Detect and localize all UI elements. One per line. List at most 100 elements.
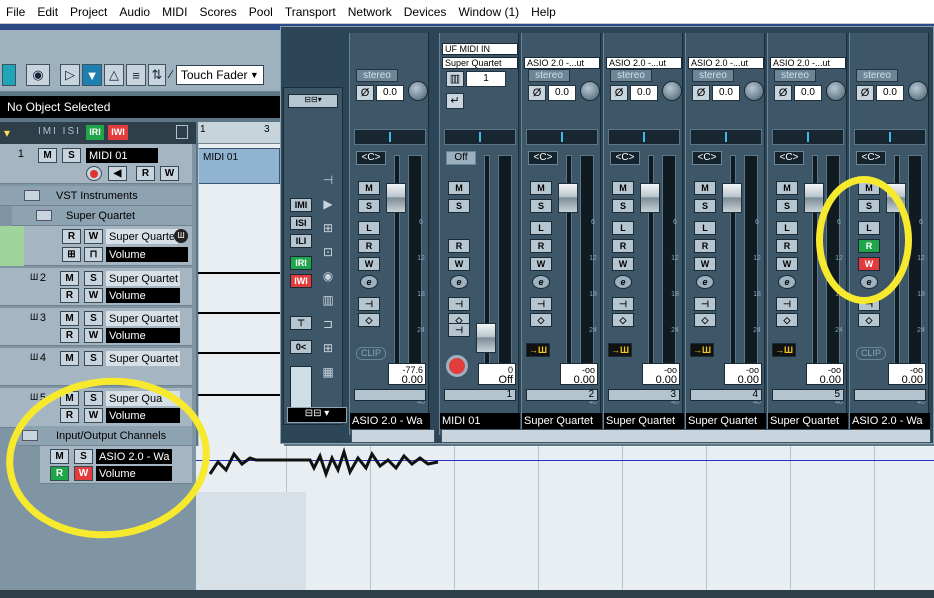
track-name[interactable]: MIDI 01 xyxy=(86,148,158,163)
global-mute-icon[interactable]: IMI xyxy=(290,198,312,212)
read-button[interactable]: R xyxy=(530,239,552,253)
stereo-mode[interactable]: stereo xyxy=(356,69,398,82)
listen-button[interactable]: L xyxy=(776,221,798,235)
solo-button[interactable]: S xyxy=(62,148,81,163)
track-midi-01[interactable]: 1 M S MIDI 01 ◀ R W xyxy=(0,144,192,184)
menu-item-help[interactable]: Help xyxy=(525,5,562,19)
channel-name[interactable]: Super Quartet xyxy=(686,413,766,429)
menu-item-window-1[interactable]: Window (1) xyxy=(452,5,525,19)
pan-center-button[interactable]: <C> xyxy=(856,151,886,165)
volume-value[interactable]: -oo 0.00 xyxy=(560,363,598,386)
midi-input[interactable]: UF MIDI IN xyxy=(442,43,518,55)
automation-mode-select[interactable]: Touch Fader ▼ xyxy=(175,65,264,85)
menu-item-project[interactable]: Project xyxy=(64,5,113,19)
edit-channel-button[interactable]: e xyxy=(778,275,796,289)
edit-channel-button[interactable]: e xyxy=(614,275,632,289)
mute-button[interactable]: M xyxy=(60,311,79,326)
read-button[interactable]: R xyxy=(60,328,79,343)
track-super-quartet-instrument[interactable]: R W Super Quartet Ш ⊞ ⊓ Volume xyxy=(0,226,192,266)
view-options-icon[interactable]: ⊟⊟▾ xyxy=(288,94,338,108)
write-button[interactable]: W xyxy=(358,257,380,271)
eq-icon[interactable]: ◇ xyxy=(612,313,634,327)
volume-value[interactable]: -oo 0.00 xyxy=(724,363,762,386)
track-name[interactable]: Super Quartet xyxy=(106,351,180,366)
eq-icon[interactable]: ◇ xyxy=(358,313,380,327)
mute-button[interactable]: M xyxy=(358,181,380,195)
listen-button[interactable]: L xyxy=(694,221,716,235)
mute-button[interactable]: M xyxy=(448,181,470,195)
write-button[interactable]: W xyxy=(776,257,798,271)
phase-icon[interactable]: Ø xyxy=(692,85,710,101)
channel-routing[interactable]: ASIO 2.0 -...ut xyxy=(524,57,600,69)
stereo-mode[interactable]: stereo xyxy=(856,69,898,82)
menu-item-midi[interactable]: MIDI xyxy=(156,5,193,19)
volume-value[interactable]: -77.6 0.00 xyxy=(388,363,426,386)
volume-value[interactable]: -oo 0.00 xyxy=(642,363,680,386)
write-button[interactable]: W xyxy=(84,229,103,244)
menu-item-transport[interactable]: Transport xyxy=(279,5,342,19)
routing-icon[interactable]: ⊤ xyxy=(290,316,312,330)
eq-icon[interactable]: ◇ xyxy=(776,313,798,327)
track-name[interactable]: Super Quartet xyxy=(106,311,180,326)
monitor-icon[interactable]: ◀ xyxy=(108,166,127,181)
write-button[interactable]: W xyxy=(84,288,103,303)
listen-button[interactable]: L xyxy=(612,221,634,235)
read-button[interactable]: R xyxy=(62,229,81,244)
stereo-mode[interactable]: stereo xyxy=(774,69,816,82)
track-menu-icon[interactable]: ▾ xyxy=(4,126,10,140)
edit-channel-button[interactable]: e xyxy=(532,275,550,289)
record-icon[interactable] xyxy=(446,355,468,377)
reset-icon[interactable]: 0< xyxy=(290,340,312,354)
stack-icon[interactable]: ≡ xyxy=(126,64,146,86)
read-button[interactable]: R xyxy=(776,239,798,253)
read-button[interactable]: R xyxy=(612,239,634,253)
arrow-tool-icon[interactable]: ▷ xyxy=(60,64,80,86)
phase-icon[interactable]: Ø xyxy=(774,85,792,101)
write-button[interactable]: W xyxy=(160,166,179,181)
mixer-horizontal-scrollbar[interactable] xyxy=(441,429,931,443)
track-name[interactable]: Super Quartet xyxy=(106,271,180,286)
edit-icon[interactable]: ⊞ xyxy=(62,247,81,262)
volume-fader[interactable] xyxy=(476,323,496,353)
channel-routing[interactable]: ASIO 2.0 -...ut xyxy=(688,57,764,69)
instrument-edit-icon[interactable]: →Ш xyxy=(772,343,796,357)
volume-value[interactable]: -oo 0.00 xyxy=(806,363,844,386)
pan-knob[interactable] xyxy=(908,81,928,101)
pan-knob[interactable] xyxy=(408,81,428,101)
pan-value[interactable]: 0.0 xyxy=(876,85,904,101)
menu-item-network[interactable]: Network xyxy=(342,5,398,19)
read-button[interactable]: R xyxy=(136,166,155,181)
mute-button[interactable]: M xyxy=(38,148,57,163)
write-button[interactable]: W xyxy=(84,328,103,343)
expand-icon[interactable] xyxy=(176,125,188,139)
folder-vst-instruments[interactable]: VST Instruments xyxy=(0,186,192,206)
ruler[interactable]: 1 3 xyxy=(198,122,282,144)
mixer-left-scrollbar[interactable] xyxy=(351,429,435,443)
pan-knob[interactable] xyxy=(580,81,600,101)
midi-device-icon[interactable]: ▥ xyxy=(446,71,464,87)
pan-knob[interactable] xyxy=(744,81,764,101)
midi-part[interactable]: MIDI 01 xyxy=(198,148,280,184)
pan-value[interactable]: 0.0 xyxy=(548,85,576,101)
mute-button[interactable]: M xyxy=(694,181,716,195)
menu-item-devices[interactable]: Devices xyxy=(398,5,453,19)
mute-button[interactable]: M xyxy=(530,181,552,195)
write-button[interactable]: W xyxy=(612,257,634,271)
mute-button[interactable]: M xyxy=(612,181,634,195)
global-read-icon[interactable]: IRI xyxy=(86,125,104,140)
eq-icon[interactable]: ◇ xyxy=(858,313,880,327)
pan-center-button[interactable]: <C> xyxy=(692,151,722,165)
pan-value[interactable]: 0.0 xyxy=(630,85,658,101)
volume-value[interactable]: -oo 0.00 xyxy=(888,363,926,386)
read-button[interactable]: R xyxy=(60,288,79,303)
solo-button[interactable]: S xyxy=(694,199,716,213)
insert-icon[interactable]: ⊣ xyxy=(358,297,380,311)
global-write-icon[interactable]: IWI xyxy=(290,274,312,288)
write-button[interactable]: W xyxy=(530,257,552,271)
global-track-buttons[interactable]: IMI ISI xyxy=(38,126,81,137)
pan-center-button[interactable]: <C> xyxy=(774,151,804,165)
volume-fader[interactable] xyxy=(640,183,660,213)
menu-item-scores[interactable]: Scores xyxy=(193,5,242,19)
lock-icon[interactable]: ⊓ xyxy=(84,247,103,262)
volume-value[interactable]: 0 Off xyxy=(478,363,516,386)
